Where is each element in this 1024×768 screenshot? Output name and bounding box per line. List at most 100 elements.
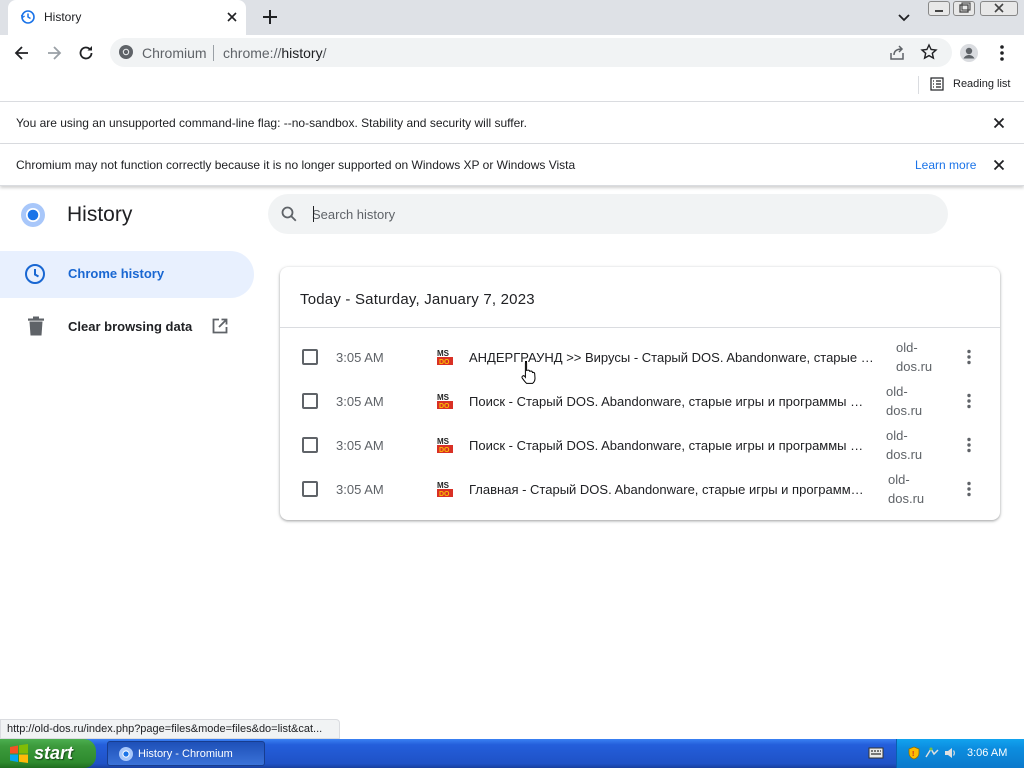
windows-flag-icon [10,744,28,763]
bookmark-star-icon[interactable] [920,43,938,61]
clock: 3:06 AM [967,747,1008,759]
entry-domain: old-dos.ru [886,384,923,418]
entry-time: 3:05 AM [336,350,384,365]
new-tab-icon[interactable] [260,7,280,27]
msdos-favicon-icon: MSDO [437,349,453,366]
svg-text:!: ! [912,751,914,758]
chevron-down-icon[interactable] [896,9,912,25]
address-bar[interactable]: Chromium chrome://history/ [110,38,952,67]
bookmarks-divider [918,76,919,94]
tab-history[interactable]: History [8,0,246,35]
back-icon[interactable] [12,43,32,63]
entry-title-link[interactable]: Главная - Старый DOS. Abandonware, стары… [469,482,871,497]
chromium-icon [119,747,133,761]
more-actions-icon[interactable] [960,480,978,498]
page-title: History [67,203,133,226]
taskbar: start History - Chromium ! 3:06 AM [0,739,1024,768]
toolbar: Chromium chrome://history/ [0,35,1024,70]
entry-title-link[interactable]: Поиск - Старый DOS. Abandonware, старые … [469,394,867,409]
trash-icon [28,316,44,336]
entry-domain: old-dos.ru [888,472,925,506]
tab-strip: History [0,0,1024,35]
tab-title: History [44,10,82,24]
bookmarks-bar: Reading list [0,70,1024,102]
entry-title-link[interactable]: Поиск - Старый DOS. Abandonware, старые … [469,438,867,453]
svg-text:MS: MS [437,437,450,446]
learn-more-link[interactable]: Learn more [915,158,976,172]
entry-checkbox[interactable] [302,393,318,409]
history-entry[interactable]: 3:05 AM MS DO АНДЕРГРАУНД >> Вирусы - Ста… [280,335,1000,379]
more-actions-icon[interactable] [960,392,978,410]
svg-text:DO: DO [439,359,450,366]
svg-text:DO: DO [439,491,450,498]
clock-icon [25,264,45,284]
msdos-favicon-icon: MSDO [437,393,453,410]
volume-icon[interactable] [943,746,957,760]
svg-text:DO: DO [439,403,450,410]
text-caret [313,206,314,222]
start-button[interactable]: start [0,739,96,768]
minimize-button[interactable] [928,1,950,16]
history-icon [20,10,35,24]
entry-time: 3:05 AM [336,438,384,453]
entry-checkbox[interactable] [302,481,318,497]
reading-list-label: Reading list [953,78,1011,90]
history-entry[interactable]: 3:05 AM MS DO Поиск - Старый DOS. Abandon… [280,379,1000,423]
search-input[interactable] [312,202,912,226]
keyboard-icon[interactable] [868,746,884,760]
window-close-button[interactable] [980,1,1018,16]
profile-icon[interactable] [959,43,979,63]
msdos-favicon-icon: MSDO [437,481,453,498]
open-in-new-icon [212,318,228,334]
close-icon[interactable] [991,157,1007,173]
infobar-sandbox: You are using an unsupported command-lin… [0,102,1024,144]
forward-icon[interactable] [44,43,64,63]
entry-domain: old-dos.ru [896,340,933,374]
svg-text:MS: MS [437,349,450,358]
history-card: Today - Saturday, January 7, 2023 3:05 A… [280,267,1000,520]
sidebar-item-clear-browsing-data[interactable]: Clear browsing data [0,306,254,346]
entry-checkbox[interactable] [302,437,318,453]
sidebar-item-chrome-history[interactable]: Chrome history [0,251,254,298]
start-label: start [34,743,74,763]
infobar-message: You are using an unsupported command-lin… [16,116,527,130]
network-icon[interactable] [925,746,939,760]
day-header: Today - Saturday, January 7, 2023 [300,291,535,308]
taskbar-window-button[interactable]: History - Chromium [107,741,265,766]
share-icon[interactable] [888,44,906,62]
more-actions-icon[interactable] [960,436,978,454]
system-tray: ! 3:06 AM [896,739,1024,768]
svg-text:MS: MS [437,481,450,490]
maximize-button[interactable] [953,1,975,16]
svg-text:DO: DO [439,447,450,454]
sidebar-item-label: Clear browsing data [68,319,193,334]
chromium-logo-icon [21,203,45,227]
card-divider [280,327,1000,328]
security-shield-icon[interactable]: ! [907,746,921,760]
infobar-unsupported-os: Chromium may not function correctly beca… [0,144,1024,186]
url-text: chrome://history/ [223,45,327,61]
close-tab-icon[interactable] [224,9,240,25]
msdos-favicon-icon: MSDO [437,437,453,454]
sidebar-item-label: Chrome history [68,266,165,281]
search-box[interactable] [268,194,948,234]
search-icon [281,206,297,222]
reload-icon[interactable] [76,43,96,63]
menu-icon[interactable] [992,43,1012,63]
history-entry[interactable]: 3:05 AM MS DO Главная - Старый DOS. Aband… [280,467,1000,511]
infobar-message: Chromium may not function correctly beca… [16,158,576,172]
history-entry[interactable]: 3:05 AM MS DO Поиск - Старый DOS. Abandon… [280,423,1000,467]
entry-checkbox[interactable] [302,349,318,365]
reading-list-icon [930,77,944,91]
taskbar-window-label: History - Chromium [138,748,233,760]
entry-time: 3:05 AM [336,482,384,497]
svg-text:MS: MS [437,393,450,402]
close-icon[interactable] [991,115,1007,131]
more-actions-icon[interactable] [960,348,978,366]
omnibox-divider [213,45,214,61]
status-bar-url: http://old-dos.ru/index.php?page=files&m… [0,719,340,739]
entry-domain: old-dos.ru [886,428,923,462]
chromium-icon [119,45,133,59]
entry-time: 3:05 AM [336,394,384,409]
site-name: Chromium [142,45,207,61]
